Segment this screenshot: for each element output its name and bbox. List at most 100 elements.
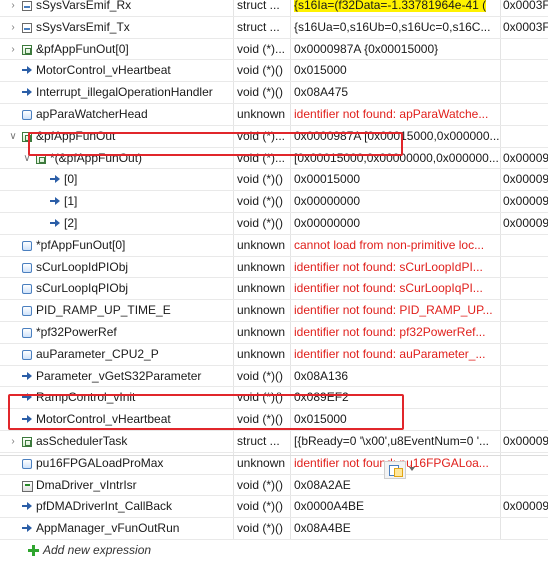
expression-value[interactable]: identifier not found: apParaWatche... <box>290 103 500 125</box>
expression-value[interactable]: identifier not found: sCurLoopIdPI... <box>290 256 500 278</box>
expression-row[interactable]: auParameter_CPU2_P unknown identifier not … <box>0 343 548 366</box>
expression-name-cell[interactable]: Parameter_vGetS32Parameter <box>0 366 230 387</box>
expression-row[interactable]: › sSysVarsEmif_Rx struct ... {s16Ia=(f32Dat… <box>0 0 548 17</box>
expression-value[interactable]: 0x00000000 <box>290 191 500 212</box>
expression-row[interactable]: [2] void (*)() 0x00000000 0x00009 <box>0 212 548 235</box>
expression-row[interactable]: Parameter_vGetS32Parameter void (*)() 0x08… <box>0 365 548 388</box>
expression-name-cell[interactable]: *pf32PowerRef <box>0 322 230 343</box>
expression-row[interactable]: › sSysVarsEmif_Tx struct ... {s16Ua=0,s16Ub… <box>0 16 548 39</box>
add-expression-label[interactable]: Add new expression <box>43 540 151 561</box>
expression-row[interactable]: [1] void (*)() 0x00000000 0x00009 <box>0 191 548 213</box>
expression-name-cell[interactable]: DmaDriver_vIntrIsr <box>0 475 230 496</box>
expression-value[interactable]: {s16Ua=0,s16Ub=0,s16Uc=0,s16C... <box>290 16 500 38</box>
expression-name: [2] <box>64 215 78 230</box>
struct-icon <box>22 22 32 33</box>
copy-expressions-button[interactable] <box>384 461 406 479</box>
expression-name-cell[interactable]: MotorControl_vHeartbeat <box>0 60 230 81</box>
expression-value[interactable]: 0x00000000 <box>290 212 500 234</box>
expression-type: unknown <box>233 278 290 300</box>
expression-name-cell[interactable]: Interrupt_illegalOperationHandler <box>0 82 230 103</box>
expression-name-cell[interactable]: › sSysVarsEmif_Rx <box>0 0 230 16</box>
expression-row[interactable]: › &pfAppFunOut[0] void (*)... 0x0000987A {0… <box>0 38 548 61</box>
pointer-icon <box>50 218 60 228</box>
expand-chevron-icon[interactable]: › <box>8 431 18 452</box>
expression-value[interactable]: 0x0000A4BE <box>290 496 500 518</box>
expression-row[interactable]: › asSchedulerTask struct ... [{bReady=0 '\x… <box>0 430 548 453</box>
expression-location <box>500 387 548 409</box>
expression-value[interactable]: 0x08A475 <box>290 82 500 103</box>
variable-icon <box>22 262 32 273</box>
expression-name-cell[interactable]: sCurLoopIqPIObj <box>0 278 230 299</box>
expression-row[interactable]: PID_RAMP_UP_TIME_E unknown identifier not … <box>0 300 548 322</box>
dropdown-caret-icon[interactable] <box>409 467 415 471</box>
expression-name-cell[interactable]: pfDMADriverInt_CallBack <box>0 496 230 517</box>
expression-value[interactable]: identifier not found: sCurLoopIqPI... <box>290 278 500 300</box>
expression-row[interactable]: [0] void (*)() 0x00015000 0x00009 <box>0 169 548 192</box>
expression-type: void (*)() <box>233 474 290 496</box>
expand-chevron-icon[interactable]: › <box>8 39 18 60</box>
expression-row[interactable]: AppManager_vFunOutRun void (*)() 0x08A4BE <box>0 518 548 540</box>
expression-value[interactable]: 0x015000 <box>290 60 500 82</box>
expression-row[interactable]: Interrupt_illegalOperationHandler void (*… <box>0 82 548 104</box>
expression-name-cell[interactable]: AppManager_vFunOutRun <box>0 518 230 539</box>
pointer-icon <box>22 523 32 533</box>
annotation-box-element-0 <box>28 132 403 156</box>
expression-row[interactable]: apParaWatcherHead unknown identifier not f… <box>0 103 548 126</box>
expression-row[interactable]: *pf32PowerRef unknown identifier not found… <box>0 321 548 344</box>
expression-name: sSysVarsEmif_Rx <box>36 0 132 12</box>
expression-value[interactable]: cannot load from non-primitive loc... <box>290 234 500 256</box>
expression-row[interactable]: DmaDriver_vIntrIsr void (*)() 0x08A2AE <box>0 474 548 497</box>
expression-name-cell[interactable]: *pfAppFunOut[0] <box>0 235 230 256</box>
expression-name: PID_RAMP_UP_TIME_E <box>36 303 171 318</box>
expression-location: 0x00009 <box>500 169 548 191</box>
expression-type: void (*)() <box>233 496 290 518</box>
expression-location <box>500 278 548 300</box>
expression-location <box>500 60 548 82</box>
expression-row[interactable]: sCurLoopIqPIObj unknown identifier not fou… <box>0 278 548 301</box>
expression-name-cell[interactable]: › sSysVarsEmif_Tx <box>0 17 230 38</box>
expression-name-cell[interactable]: › &pfAppFunOut[0] <box>0 39 230 60</box>
expression-location <box>500 38 548 60</box>
expression-location: 0x0003F <box>500 16 548 38</box>
expression-location <box>500 365 548 387</box>
expression-name-cell[interactable]: PID_RAMP_UP_TIME_E <box>0 300 230 321</box>
pointer-icon <box>50 196 60 206</box>
expression-type: void (*)() <box>233 365 290 387</box>
expression-location: 0x00009 <box>500 496 548 518</box>
expression-name-cell[interactable]: apParaWatcherHead <box>0 104 230 125</box>
expression-name-cell[interactable]: [2] <box>0 213 230 234</box>
expression-value[interactable]: {s16Ia=(f32Data=-1.33781964e-41 ( <box>290 0 500 16</box>
expression-type: struct ... <box>233 16 290 38</box>
expression-type: unknown <box>233 300 290 321</box>
expression-value[interactable]: 0x08A4BE <box>290 518 500 539</box>
pointer-icon <box>50 174 60 184</box>
expression-row[interactable]: pu16FPGALoadProMax unknown identifier not … <box>0 452 548 475</box>
expression-name-cell[interactable]: sCurLoopIdPIObj <box>0 257 230 278</box>
expression-row[interactable]: sCurLoopIdPIObj unknown identifier not fou… <box>0 256 548 279</box>
expression-row[interactable]: MotorControl_vHeartbeat void (*)() 0x01500… <box>0 60 548 83</box>
expand-chevron-icon[interactable]: › <box>8 0 18 16</box>
expression-name-cell[interactable]: › asSchedulerTask <box>0 431 230 452</box>
expression-value[interactable]: 0x08A136 <box>290 365 500 387</box>
expression-type: struct ... <box>233 0 290 16</box>
expression-value[interactable]: identifier not found: PID_RAMP_UP... <box>290 300 500 321</box>
expression-value[interactable]: 0x0000987A {0x00015000} <box>290 38 500 60</box>
expression-value[interactable]: [{bReady=0 '\x00',u8EventNum=0 '... <box>290 430 500 452</box>
expression-name: MotorControl_vHeartbeat <box>36 63 171 78</box>
expressions-table: › sSysVarsEmif_Rx struct ... {s16Ia=(f32Dat… <box>0 0 548 562</box>
expression-name-cell[interactable]: [1] <box>0 191 230 212</box>
expression-location <box>500 474 548 496</box>
expression-type: struct ... <box>233 430 290 452</box>
expression-name-cell[interactable]: [0] <box>0 169 230 190</box>
collapse-chevron-icon[interactable]: ∨ <box>8 126 18 147</box>
expand-chevron-icon[interactable]: › <box>8 17 18 38</box>
expression-value[interactable]: identifier not found: pf32PowerRef... <box>290 321 500 343</box>
expression-location <box>500 300 548 321</box>
expression-row[interactable]: pfDMADriverInt_CallBack void (*)() 0x0000A… <box>0 496 548 519</box>
expression-value[interactable]: identifier not found: auParameter_... <box>290 343 500 365</box>
expression-value[interactable]: 0x00015000 <box>290 169 500 191</box>
expression-row[interactable]: *pfAppFunOut[0] unknown cannot load from n… <box>0 234 548 257</box>
variable-icon <box>22 306 32 317</box>
expression-name-cell[interactable]: auParameter_CPU2_P <box>0 344 230 365</box>
add-expression-row[interactable]: Add new expression <box>0 540 548 562</box>
